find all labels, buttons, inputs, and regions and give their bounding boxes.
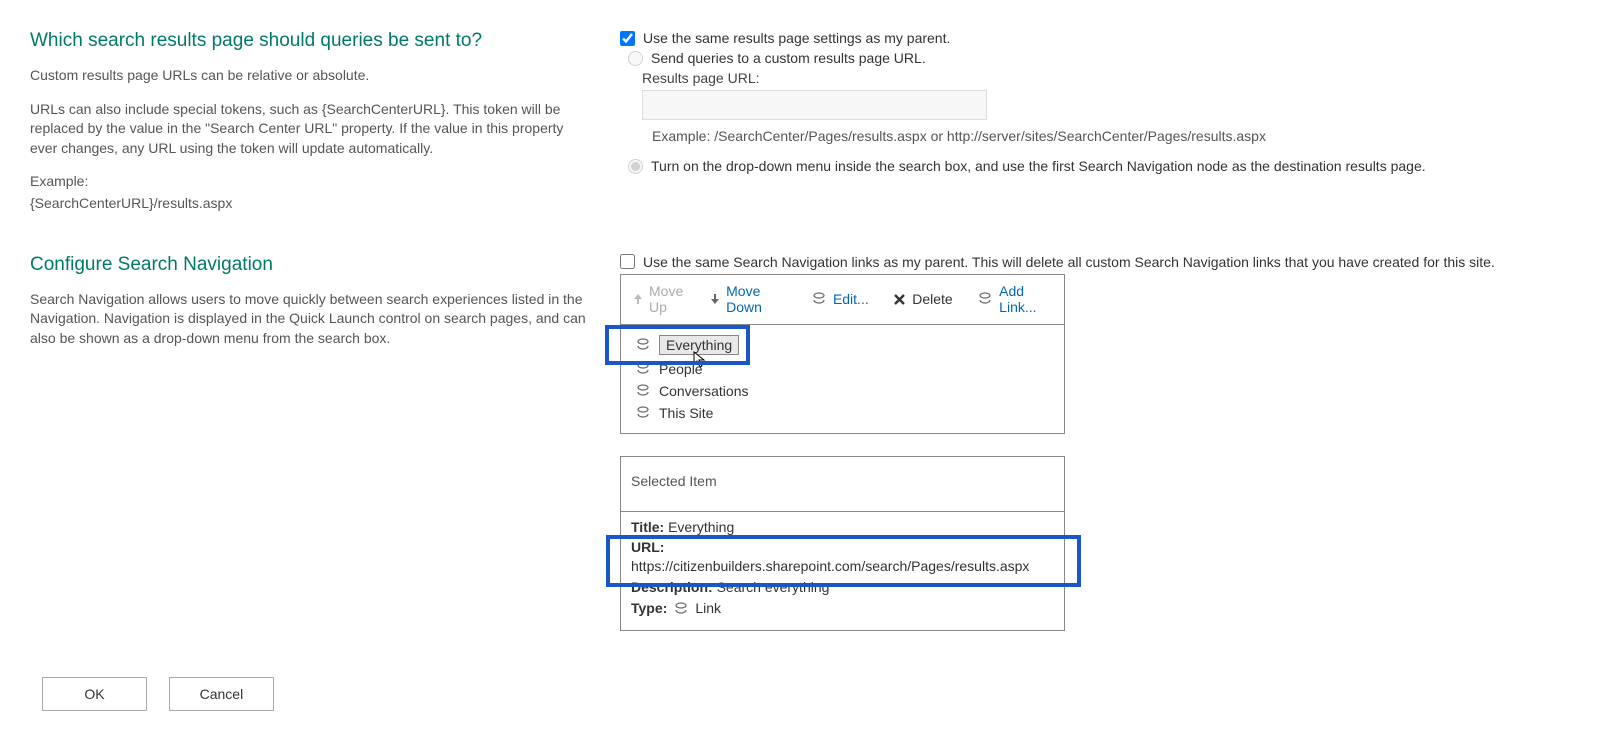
nav-item-everything[interactable]: Everything [631, 333, 1054, 357]
nav-toolbar: Move Up Move Down Edit... [620, 274, 1065, 324]
dropdown-radio-label: Turn on the drop-down menu inside the se… [651, 158, 1426, 174]
section2-desc: Search Navigation allows users to move q… [30, 290, 590, 349]
nav-item-people[interactable]: People [631, 359, 1054, 379]
section1-desc2: URLs can also include special tokens, su… [30, 100, 590, 159]
custom-url-radio-label: Send queries to a custom results page UR… [651, 50, 926, 66]
arrow-up-icon [633, 293, 643, 305]
custom-url-radio[interactable] [628, 51, 643, 66]
selected-item-header: Selected Item [621, 457, 1064, 512]
section1-example-label: Example: [30, 172, 590, 192]
section2-title: Configure Search Navigation [30, 254, 590, 276]
dropdown-radio[interactable] [628, 159, 643, 174]
link-icon [635, 338, 651, 352]
nav-item-label: People [659, 361, 703, 377]
add-link-button[interactable]: Add Link... [969, 279, 1060, 319]
selected-item-panel: Selected Item Title: Everything URL: htt… [620, 456, 1065, 631]
link-icon [635, 406, 651, 420]
results-url-label: Results page URL: [642, 70, 1570, 86]
link-icon [635, 362, 651, 376]
arrow-down-icon [710, 293, 720, 305]
selected-url-line: URL: https://citizenbuilders.sharepoint.… [631, 538, 1054, 576]
nav-list: Everything People Conversations [620, 324, 1065, 434]
nav-item-label: Conversations [659, 383, 749, 399]
selected-type-line: Type: Link [631, 599, 1054, 618]
results-url-input[interactable] [642, 90, 987, 120]
use-parent-nav-checkbox[interactable] [620, 254, 635, 269]
selected-title-line: Title: Everything [631, 518, 1054, 537]
edit-button[interactable]: Edit... [803, 287, 877, 311]
selected-desc-line: Description: Search everything [631, 578, 1054, 597]
move-up-button[interactable]: Move Up [625, 279, 702, 319]
use-parent-results-label: Use the same results page settings as my… [643, 30, 950, 46]
section1-title: Which search results page should queries… [30, 30, 590, 52]
section1-desc1: Custom results page URLs can be relative… [30, 66, 590, 86]
cancel-button[interactable]: Cancel [169, 677, 274, 711]
use-parent-nav-label: Use the same Search Navigation links as … [643, 254, 1495, 270]
link-icon [977, 292, 993, 306]
nav-item-label: This Site [659, 405, 713, 421]
close-icon [893, 293, 906, 306]
nav-item-label: Everything [659, 335, 739, 355]
results-url-example: Example: /SearchCenter/Pages/results.asp… [652, 128, 1570, 144]
move-down-button[interactable]: Move Down [702, 279, 794, 319]
link-icon [635, 384, 651, 398]
section1-example-value: {SearchCenterURL}/results.aspx [30, 194, 590, 214]
nav-item-this-site[interactable]: This Site [631, 403, 1054, 423]
nav-item-conversations[interactable]: Conversations [631, 381, 1054, 401]
ok-button[interactable]: OK [42, 677, 147, 711]
delete-button[interactable]: Delete [885, 287, 960, 311]
use-parent-results-checkbox[interactable] [620, 31, 635, 46]
link-icon [673, 602, 689, 616]
link-icon [811, 292, 827, 306]
